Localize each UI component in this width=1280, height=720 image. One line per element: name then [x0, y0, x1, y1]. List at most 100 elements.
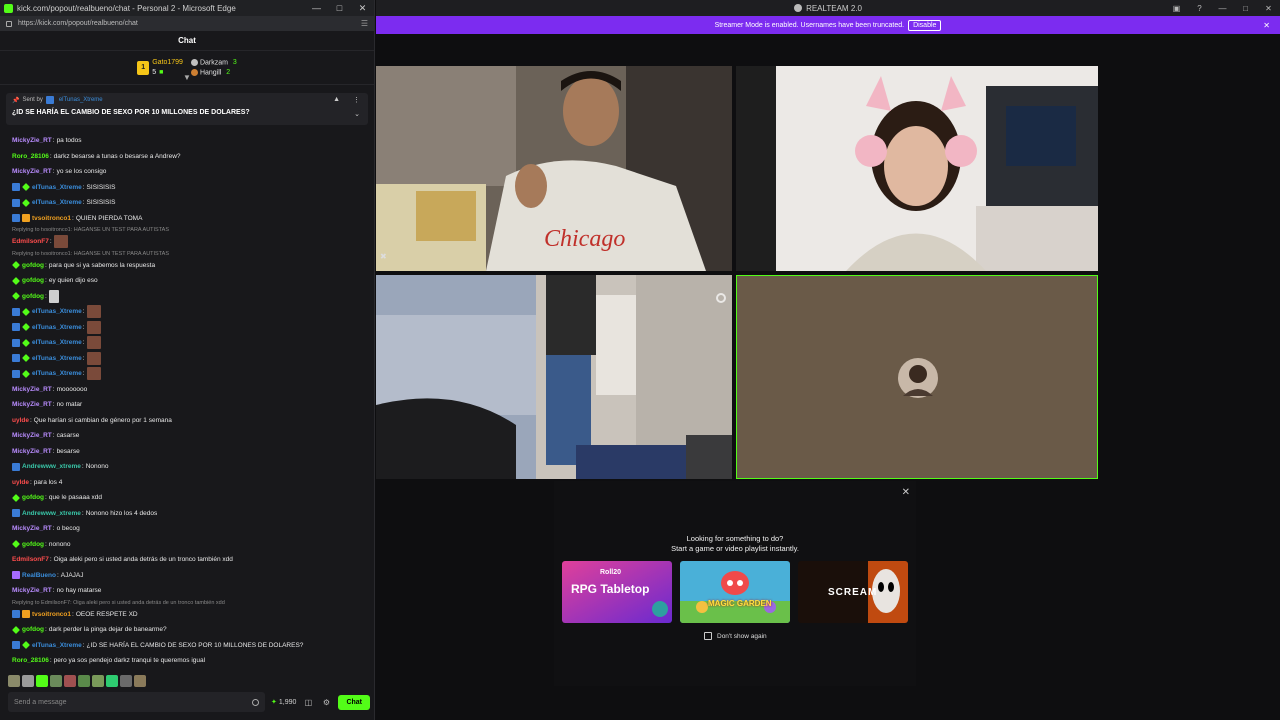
chat-username[interactable]: tvsoitronco1 — [32, 607, 71, 623]
quick-emote[interactable] — [50, 675, 62, 687]
quick-emote[interactable] — [8, 675, 20, 687]
chat-input-placeholder[interactable]: Send a message — [14, 699, 252, 706]
close-icon[interactable]: ✕ — [902, 487, 910, 498]
chat-message: elTunas_Xtreme: SISISISIS — [12, 180, 363, 196]
chat-emote[interactable] — [86, 367, 101, 381]
maximize-button[interactable]: □ — [328, 3, 351, 13]
chat-username[interactable]: MickyZie_RT — [12, 428, 52, 444]
quick-emote[interactable] — [120, 675, 132, 687]
gear-icon[interactable]: ⚙ — [320, 698, 332, 707]
gift-icon[interactable]: ◫ — [302, 698, 314, 707]
video-tile-participant-2[interactable] — [736, 66, 1098, 271]
pinned-message[interactable]: 📌 Sent by elTunas_Xtreme ¿ID SE HARÍA EL… — [6, 93, 368, 125]
browser-window-title: kick.com/popout/realbueno/chat - Persona… — [17, 3, 236, 13]
help-icon[interactable]: ? — [1188, 4, 1211, 13]
pinned-sender[interactable]: elTunas_Xtreme — [59, 97, 103, 103]
chat-username[interactable]: uylde — [12, 413, 29, 429]
quick-emote[interactable] — [78, 675, 90, 687]
chat-username[interactable]: MickyZie_RT — [12, 444, 52, 460]
chat-username[interactable]: MickyZie_RT — [12, 583, 52, 599]
chat-emote[interactable] — [48, 289, 59, 303]
quick-emote[interactable] — [134, 675, 146, 687]
chat-username[interactable]: MickyZie_RT — [12, 397, 52, 413]
chat-username[interactable]: gofdog — [22, 258, 44, 274]
chat-message-text: ¿ID SE HARÍA EL CAMBIO DE SEXO POR 10 MI… — [86, 641, 304, 649]
dont-show-again-option[interactable]: Don't show again — [704, 632, 767, 640]
chat-username[interactable]: MickyZie_RT — [12, 133, 52, 149]
chat-message: Andrewww_xtreme: Nonono — [12, 459, 363, 475]
chat-message-input[interactable]: Send a message — [8, 692, 266, 712]
chat-username[interactable]: gofdog — [22, 273, 44, 289]
chat-username[interactable]: elTunas_Xtreme — [32, 195, 82, 211]
chat-username[interactable]: EdmilsonF7 — [12, 234, 49, 250]
chat-emote[interactable] — [86, 305, 101, 319]
video-tile-participant-4[interactable] — [736, 275, 1098, 479]
chat-username[interactable]: gofdog — [22, 289, 44, 305]
quick-emote[interactable] — [36, 675, 48, 687]
chat-username[interactable]: elTunas_Xtreme — [32, 304, 82, 320]
chat-username[interactable]: gofdog — [22, 490, 44, 506]
chevron-down-icon[interactable]: ⌄ — [354, 110, 360, 118]
reader-mode-icon[interactable]: ☰ — [361, 19, 368, 28]
chat-username[interactable]: tvsoitronco1 — [32, 211, 71, 227]
chat-username[interactable]: elTunas_Xtreme — [32, 320, 82, 336]
chat-username[interactable]: elTunas_Xtreme — [32, 351, 82, 367]
chat-emote[interactable] — [86, 336, 101, 350]
channel-points[interactable]: ✦ 1,990 — [271, 698, 296, 707]
activity-card-rpg-tabletop[interactable]: Roll20 RPG Tabletop — [562, 561, 672, 623]
video-tile-participant-3[interactable] — [376, 275, 732, 479]
chat-message-text: no matar — [56, 401, 83, 408]
chat-username[interactable]: Roro_28106 — [12, 149, 49, 165]
chat-emote[interactable] — [86, 320, 101, 334]
chat-message-text: mooooooo — [56, 385, 88, 393]
unpin-icon[interactable]: ▲ — [333, 96, 340, 103]
chat-username[interactable]: Roro_28106 — [12, 653, 49, 668]
chat-username[interactable]: RealBueno — [22, 568, 56, 584]
address-bar[interactable]: https://kick.com/popout/realbueno/chat ☰ — [0, 16, 374, 31]
quick-emote[interactable] — [106, 675, 118, 687]
chat-message-list[interactable]: MickyZie_RT: pa todos Roro_28106: darkz bes… — [0, 133, 375, 668]
expand-leaderboard-icon[interactable]: ▼ — [183, 73, 191, 82]
chat-username[interactable]: MickyZie_RT — [12, 164, 52, 180]
chat-username[interactable]: Andrewww_xtreme — [22, 506, 81, 522]
more-options-icon[interactable]: ⋮ — [353, 96, 360, 104]
emoji-picker-icon[interactable] — [252, 698, 260, 706]
activity-card-magic-garden[interactable]: MAGIC GARDEN — [680, 561, 790, 623]
chat-username[interactable]: gofdog — [22, 537, 44, 553]
quick-emote[interactable] — [64, 675, 76, 687]
close-window-button[interactable]: ✕ — [1257, 4, 1280, 13]
magic-garden-title: MAGIC GARDEN — [708, 599, 772, 608]
chat-username[interactable]: MickyZie_RT — [12, 382, 52, 398]
box-badge-icon — [12, 338, 20, 347]
disable-streamer-mode-button[interactable]: Disable — [908, 19, 942, 31]
chat-username[interactable]: EdmilsonF7 — [12, 552, 49, 568]
minimize-button[interactable]: — — [305, 3, 328, 13]
chat-username[interactable]: elTunas_Xtreme — [32, 366, 82, 382]
chat-username[interactable]: elTunas_Xtreme — [32, 180, 82, 196]
chat-username[interactable]: elTunas_Xtreme — [32, 638, 82, 654]
chat-username[interactable]: MickyZie_RT — [12, 521, 52, 537]
send-chat-button[interactable]: Chat — [338, 694, 370, 710]
chat-message: EdmilsonF7: — [12, 234, 363, 250]
chat-emote[interactable] — [86, 351, 101, 365]
chat-username[interactable]: uylde — [12, 475, 29, 491]
quick-emote[interactable] — [22, 675, 34, 687]
video-tile-participant-1[interactable]: Chicago ✖ — [376, 66, 732, 271]
close-window-button[interactable]: ✕ — [351, 3, 374, 14]
chat-username[interactable]: elTunas_Xtreme — [32, 335, 82, 351]
chat-username[interactable]: Andrewww_xtreme — [22, 459, 81, 475]
chat-emote[interactable] — [53, 235, 68, 249]
activity-card-scream[interactable]: SCREAM — [798, 561, 908, 623]
address-url[interactable]: https://kick.com/popout/realbueno/chat — [18, 20, 361, 27]
minimize-button[interactable]: — — [1211, 4, 1234, 13]
inbox-icon[interactable]: ▣ — [1165, 4, 1188, 13]
chat-message: gofdog: dark perder la pinga dejar de ban… — [12, 622, 363, 638]
maximize-button[interactable]: □ — [1234, 4, 1257, 13]
settings-icon[interactable] — [716, 293, 726, 303]
close-banner-icon[interactable]: ✕ — [1263, 21, 1270, 30]
vip-badge-icon — [12, 540, 20, 549]
scream-title: SCREAM — [828, 587, 878, 598]
chat-username[interactable]: gofdog — [22, 622, 44, 638]
quick-emote[interactable] — [92, 675, 104, 687]
dont-show-again-checkbox[interactable] — [704, 632, 712, 640]
